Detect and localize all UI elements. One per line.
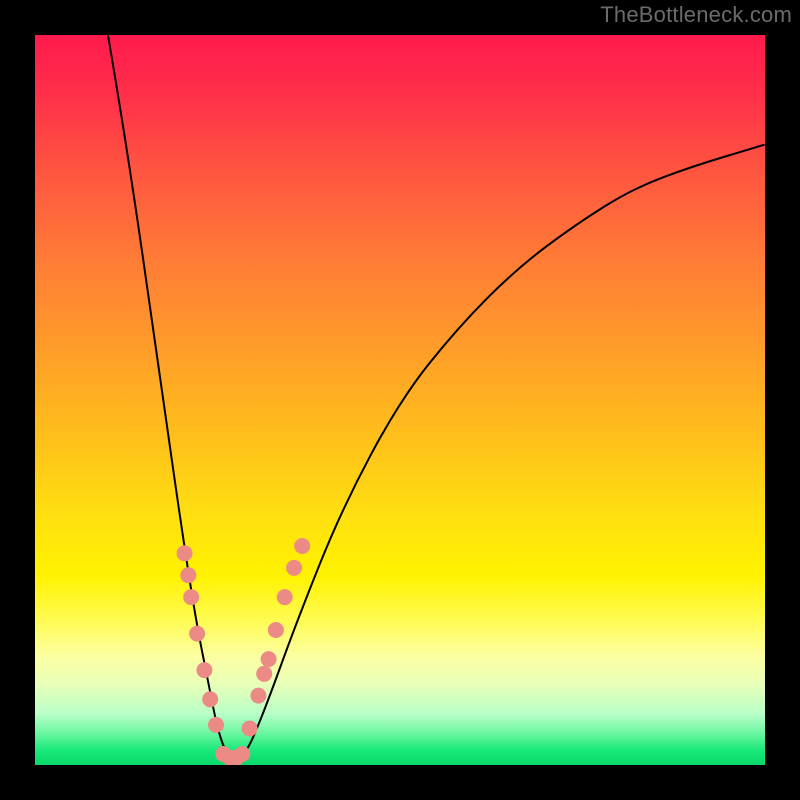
marker-dot xyxy=(180,567,196,583)
marker-dot xyxy=(202,691,218,707)
marker-dot xyxy=(234,746,250,762)
marker-dot xyxy=(261,651,277,667)
chart-svg xyxy=(35,35,765,765)
marker-dot xyxy=(189,626,205,642)
marker-dot xyxy=(294,538,310,554)
marker-dot xyxy=(208,717,224,733)
marker-dot xyxy=(286,560,302,576)
marker-dot xyxy=(256,666,272,682)
marker-dot xyxy=(277,589,293,605)
chart-plot-area xyxy=(35,35,765,765)
marker-dot xyxy=(183,589,199,605)
marker-dot xyxy=(242,721,258,737)
marker-layer xyxy=(177,538,311,765)
watermark-text: TheBottleneck.com xyxy=(600,2,792,28)
marker-dot xyxy=(177,545,193,561)
marker-dot xyxy=(268,622,284,638)
marker-dot xyxy=(250,688,266,704)
marker-dot xyxy=(196,662,212,678)
bottleneck-curve-path xyxy=(108,35,765,758)
